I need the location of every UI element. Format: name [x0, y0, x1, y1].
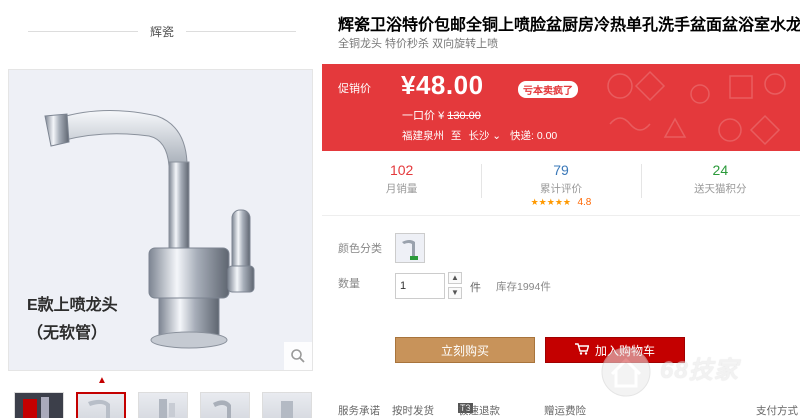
quantity-input[interactable] — [395, 273, 445, 299]
shipping-fee: 快递: 0.00 — [510, 130, 558, 142]
price-panel: 促销价 ¥48.00 亏本卖疯了 一口价 ¥ 130.00 福建泉州 至 长沙 … — [322, 64, 800, 151]
qty-decrease-icon[interactable]: ▼ — [448, 287, 462, 299]
image-caption: E款上喷龙头 （无软管） — [27, 292, 118, 348]
color-label: 颜色分类 — [338, 243, 382, 255]
promo-price-value: ¥48.00 — [401, 70, 484, 100]
buy-now-button[interactable]: 立刻购买 — [395, 337, 535, 363]
price-badge: 亏本卖疯了 — [518, 81, 578, 98]
qty-unit: 件 — [470, 282, 481, 294]
points-label: 送天猫积分 — [694, 183, 747, 195]
original-price-label: 一口价 — [402, 110, 435, 122]
thumbnail-item[interactable] — [138, 392, 188, 418]
color-option[interactable] — [395, 233, 425, 263]
ship-from: 福建泉州 — [402, 130, 444, 142]
thumbnail-strip — [14, 392, 312, 418]
shop-header: 辉瓷 — [28, 14, 297, 48]
magnifier-icon[interactable] — [284, 342, 312, 370]
star-icon: ★★★★★ — [530, 197, 571, 207]
service-label: 服务承诺 — [338, 405, 380, 417]
refund-label: 极速退款 — [458, 405, 500, 417]
original-price-currency: ¥ — [438, 110, 445, 122]
stat-reviews[interactable]: 79 累计评价 ★★★★★ 4.8 — [481, 152, 640, 215]
thumbnail-item[interactable] — [14, 392, 64, 418]
service-item-ontime[interactable]: 按时发货 — [392, 403, 434, 418]
main-product-image[interactable]: E款上喷龙头 （无软管） — [8, 69, 313, 371]
qty-increase-icon[interactable]: ▲ — [448, 272, 462, 284]
stock-count: 库存1994件 — [496, 281, 551, 293]
ship-destination-select[interactable]: 长沙 ⌄ — [468, 130, 504, 142]
ship-to-word: 至 — [450, 130, 462, 142]
stat-points: 24 送天猫积分 — [640, 152, 800, 215]
product-title: 辉瓷卫浴特价包邮全铜上喷脸盆厨房冷热单孔洗手盆面盆浴室水龙头 — [338, 17, 800, 34]
watermark-logo: 68技家 — [598, 342, 793, 402]
review-count: 79 — [553, 162, 569, 178]
faucet-thumb-icon — [402, 240, 418, 260]
rating-score: 4.8 — [577, 197, 592, 208]
decorative-pattern — [607, 70, 786, 146]
chevron-up-icon[interactable]: ▲ — [96, 376, 108, 386]
thumbnail-item[interactable] — [200, 392, 250, 418]
stat-monthly-sales: 102 月销量 — [322, 152, 481, 215]
rating-stars: ★★★★★ 4.8 — [481, 197, 640, 208]
points-value: 24 — [712, 162, 729, 178]
cart-icon — [574, 342, 590, 358]
service-item-insurance[interactable]: 赠运费险 — [544, 403, 586, 418]
watermark-text: 68技家 — [660, 357, 739, 384]
sales-count: 102 — [389, 162, 414, 178]
shop-name[interactable]: 辉瓷 — [138, 23, 186, 40]
divider — [186, 30, 297, 32]
thumbnail-item[interactable] — [76, 392, 126, 418]
product-subtitle: 全铜龙头 特价秒杀 双向旋转上喷 — [338, 38, 499, 50]
sales-label: 月销量 — [385, 183, 418, 195]
promo-price-label: 促销价 — [338, 83, 371, 95]
thumbnail-item[interactable] — [262, 392, 312, 418]
original-price: 一口价 ¥ 130.00 — [402, 107, 481, 123]
caption-line2: （无软管） — [27, 325, 108, 342]
caption-line1: E款上喷龙头 — [27, 297, 118, 314]
divider — [28, 30, 138, 32]
shipping-info: 福建泉州 至 长沙 ⌄ 快递: 0.00 — [402, 128, 557, 143]
original-price-value: 130.00 — [447, 110, 481, 122]
payment-methods[interactable]: 支付方式 — [756, 403, 798, 418]
review-label: 累计评价 — [539, 183, 582, 195]
house-icon — [601, 347, 651, 397]
chevron-down-icon: ⌄ — [492, 130, 502, 142]
ship-destination: 长沙 — [468, 130, 490, 142]
qty-label: 数量 — [338, 278, 360, 290]
stats-row: 102 月销量 79 累计评价 ★★★★★ 4.8 24 送天猫积分 — [322, 152, 800, 216]
